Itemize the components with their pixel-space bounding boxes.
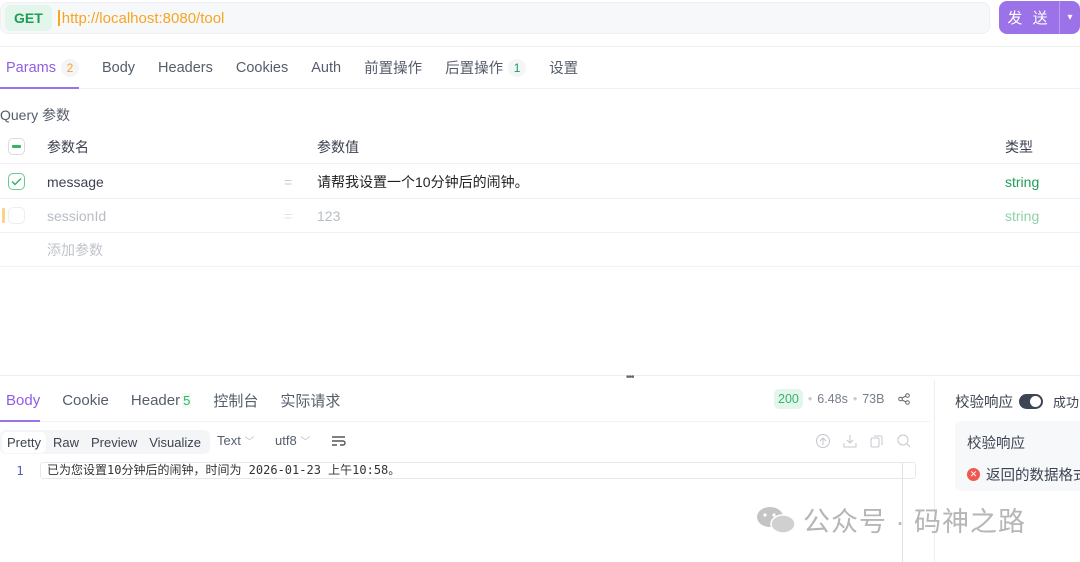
- tab-response-cookie[interactable]: Cookie: [62, 380, 109, 421]
- verify-status: 成功: [1053, 395, 1080, 410]
- table-header: 参数名 参数值 类型: [0, 130, 1080, 164]
- add-param-input[interactable]: 添加参数: [47, 240, 103, 260]
- column-header-value: 参数值: [317, 138, 359, 155]
- download-icon[interactable]: [842, 433, 858, 449]
- tab-label: 设置: [549, 61, 579, 77]
- response-actions: [815, 433, 912, 449]
- count-badge: 1: [508, 58, 527, 77]
- tab-label: Auth: [311, 59, 342, 76]
- check-icon: [11, 177, 22, 186]
- select-all-checkbox[interactable]: [8, 138, 25, 155]
- search-icon[interactable]: [896, 433, 912, 449]
- tab-label: 后置操作: [445, 61, 504, 77]
- minus-icon: [12, 145, 21, 148]
- tab-label: Cookie: [62, 392, 109, 409]
- text-cursor: [57, 10, 60, 26]
- code-line: 1 已为您设置10分钟后的闹钟，时间为 2026-01-23 上午10:58。: [0, 462, 916, 479]
- equals-sign: =: [284, 207, 293, 224]
- count-badge: 2: [60, 58, 79, 77]
- verify-toggle[interactable]: [1019, 394, 1043, 409]
- tab-response-header[interactable]: Header 5: [130, 380, 192, 421]
- view-visualize[interactable]: Visualize: [144, 432, 206, 453]
- wrap-lines-icon[interactable]: [331, 435, 346, 447]
- tab-label: Params: [6, 59, 56, 76]
- row-checkbox[interactable]: [8, 207, 25, 224]
- watermark: 公众号 · 码神之路: [755, 500, 1026, 539]
- param-type[interactable]: string: [1005, 208, 1039, 224]
- verify-panel-title: 校验响应: [967, 436, 1025, 452]
- verify-response-toggle-row: 校验响应 成功: [955, 391, 1079, 412]
- request-tabs: Params 2 Body Headers Cookies Auth 前置操作 后…: [0, 46, 1080, 89]
- param-type[interactable]: string: [1005, 174, 1039, 190]
- row-checkbox[interactable]: [8, 173, 25, 190]
- error-text: 返回的数据格式: [986, 468, 1080, 484]
- table-row: sessionId = 123 string: [0, 199, 1080, 233]
- tab-body[interactable]: Body: [102, 47, 135, 88]
- add-param-row: 添加参数: [0, 233, 1080, 267]
- tab-label: Body: [101, 59, 136, 76]
- method-select[interactable]: GET: [5, 5, 52, 31]
- url-bar[interactable]: GET http://localhost:8080/tool: [0, 2, 990, 34]
- tab-settings[interactable]: 设置: [549, 47, 578, 88]
- param-name[interactable]: sessionId: [47, 208, 106, 224]
- chevron-down-icon: ﹀: [300, 437, 311, 448]
- response-body-text[interactable]: 已为您设置10分钟后的闹钟，时间为 2026-01-23 上午10:58。: [40, 462, 916, 479]
- tab-headers[interactable]: Headers: [158, 47, 213, 88]
- status-badge: 200: [774, 389, 803, 409]
- equals-sign: =: [284, 173, 293, 190]
- verify-panel: 校验响应 ✕ 返回的数据格式: [955, 421, 1080, 491]
- share-icon[interactable]: [898, 393, 911, 405]
- watermark-text: 公众号 · 码神之路: [803, 507, 1026, 537]
- table-row: message = 请帮我设置一个10分钟后的闹钟。 string: [0, 165, 1080, 199]
- column-header-name: 参数名: [47, 138, 89, 155]
- format-select[interactable]: Text ﹀: [217, 433, 254, 448]
- param-name[interactable]: message: [47, 174, 104, 190]
- encoding-select[interactable]: utf8 ﹀: [275, 433, 310, 448]
- view-pretty[interactable]: Pretty: [2, 431, 46, 453]
- tab-cookies[interactable]: Cookies: [236, 47, 288, 88]
- tab-label: Cookies: [235, 59, 289, 76]
- response-size: 73B: [862, 392, 885, 406]
- tab-post-ops[interactable]: 后置操作 1: [445, 47, 527, 88]
- tab-label: Header: [130, 392, 181, 409]
- response-stats: 200 • 6.48s • 73B: [774, 389, 911, 409]
- count-badge: 5: [182, 393, 192, 408]
- column-header-type: 类型: [1005, 138, 1033, 155]
- query-params-title: Query 参数: [0, 107, 71, 123]
- verify-error: ✕ 返回的数据格式: [967, 464, 1080, 485]
- tab-console[interactable]: 控制台: [213, 380, 258, 421]
- format-value: Text: [217, 433, 241, 448]
- tab-label: Body: [6, 392, 41, 409]
- tab-label: 前置操作: [364, 61, 423, 77]
- response-time: 6.48s: [817, 392, 848, 406]
- view-mode-segmented: Pretty Raw Preview Visualize: [0, 430, 211, 454]
- tab-auth[interactable]: Auth: [311, 47, 341, 88]
- chevron-down-icon[interactable]: ▾: [1059, 1, 1080, 34]
- tab-actual-request[interactable]: 实际请求: [280, 380, 340, 421]
- send-label: 发 送: [1007, 10, 1051, 27]
- view-raw[interactable]: Raw: [48, 432, 84, 453]
- verify-label: 校验响应: [955, 395, 1013, 411]
- view-preview[interactable]: Preview: [86, 432, 142, 453]
- param-value[interactable]: 123: [317, 208, 340, 224]
- tab-params[interactable]: Params 2: [0, 47, 79, 89]
- pane-splitter[interactable]: [0, 375, 1080, 379]
- encoding-value: utf8: [275, 433, 297, 448]
- upload-icon[interactable]: [815, 433, 831, 449]
- wechat-icon: [757, 506, 796, 534]
- url-input[interactable]: http://localhost:8080/tool: [62, 10, 225, 27]
- tab-response-body[interactable]: Body: [0, 380, 41, 422]
- disabled-marker: [2, 208, 5, 223]
- tab-label: 控制台: [213, 393, 259, 410]
- tab-label: 实际请求: [280, 393, 341, 410]
- error-icon: ✕: [967, 468, 980, 481]
- chevron-down-icon: ﹀: [244, 437, 255, 448]
- tab-pre-ops[interactable]: 前置操作: [364, 47, 422, 88]
- tab-label: Headers: [158, 59, 213, 76]
- copy-icon[interactable]: [869, 433, 885, 449]
- param-value[interactable]: 请帮我设置一个10分钟后的闹钟。: [317, 172, 529, 192]
- send-button[interactable]: 发 送 ▾: [999, 1, 1080, 34]
- line-number: 1: [16, 463, 24, 478]
